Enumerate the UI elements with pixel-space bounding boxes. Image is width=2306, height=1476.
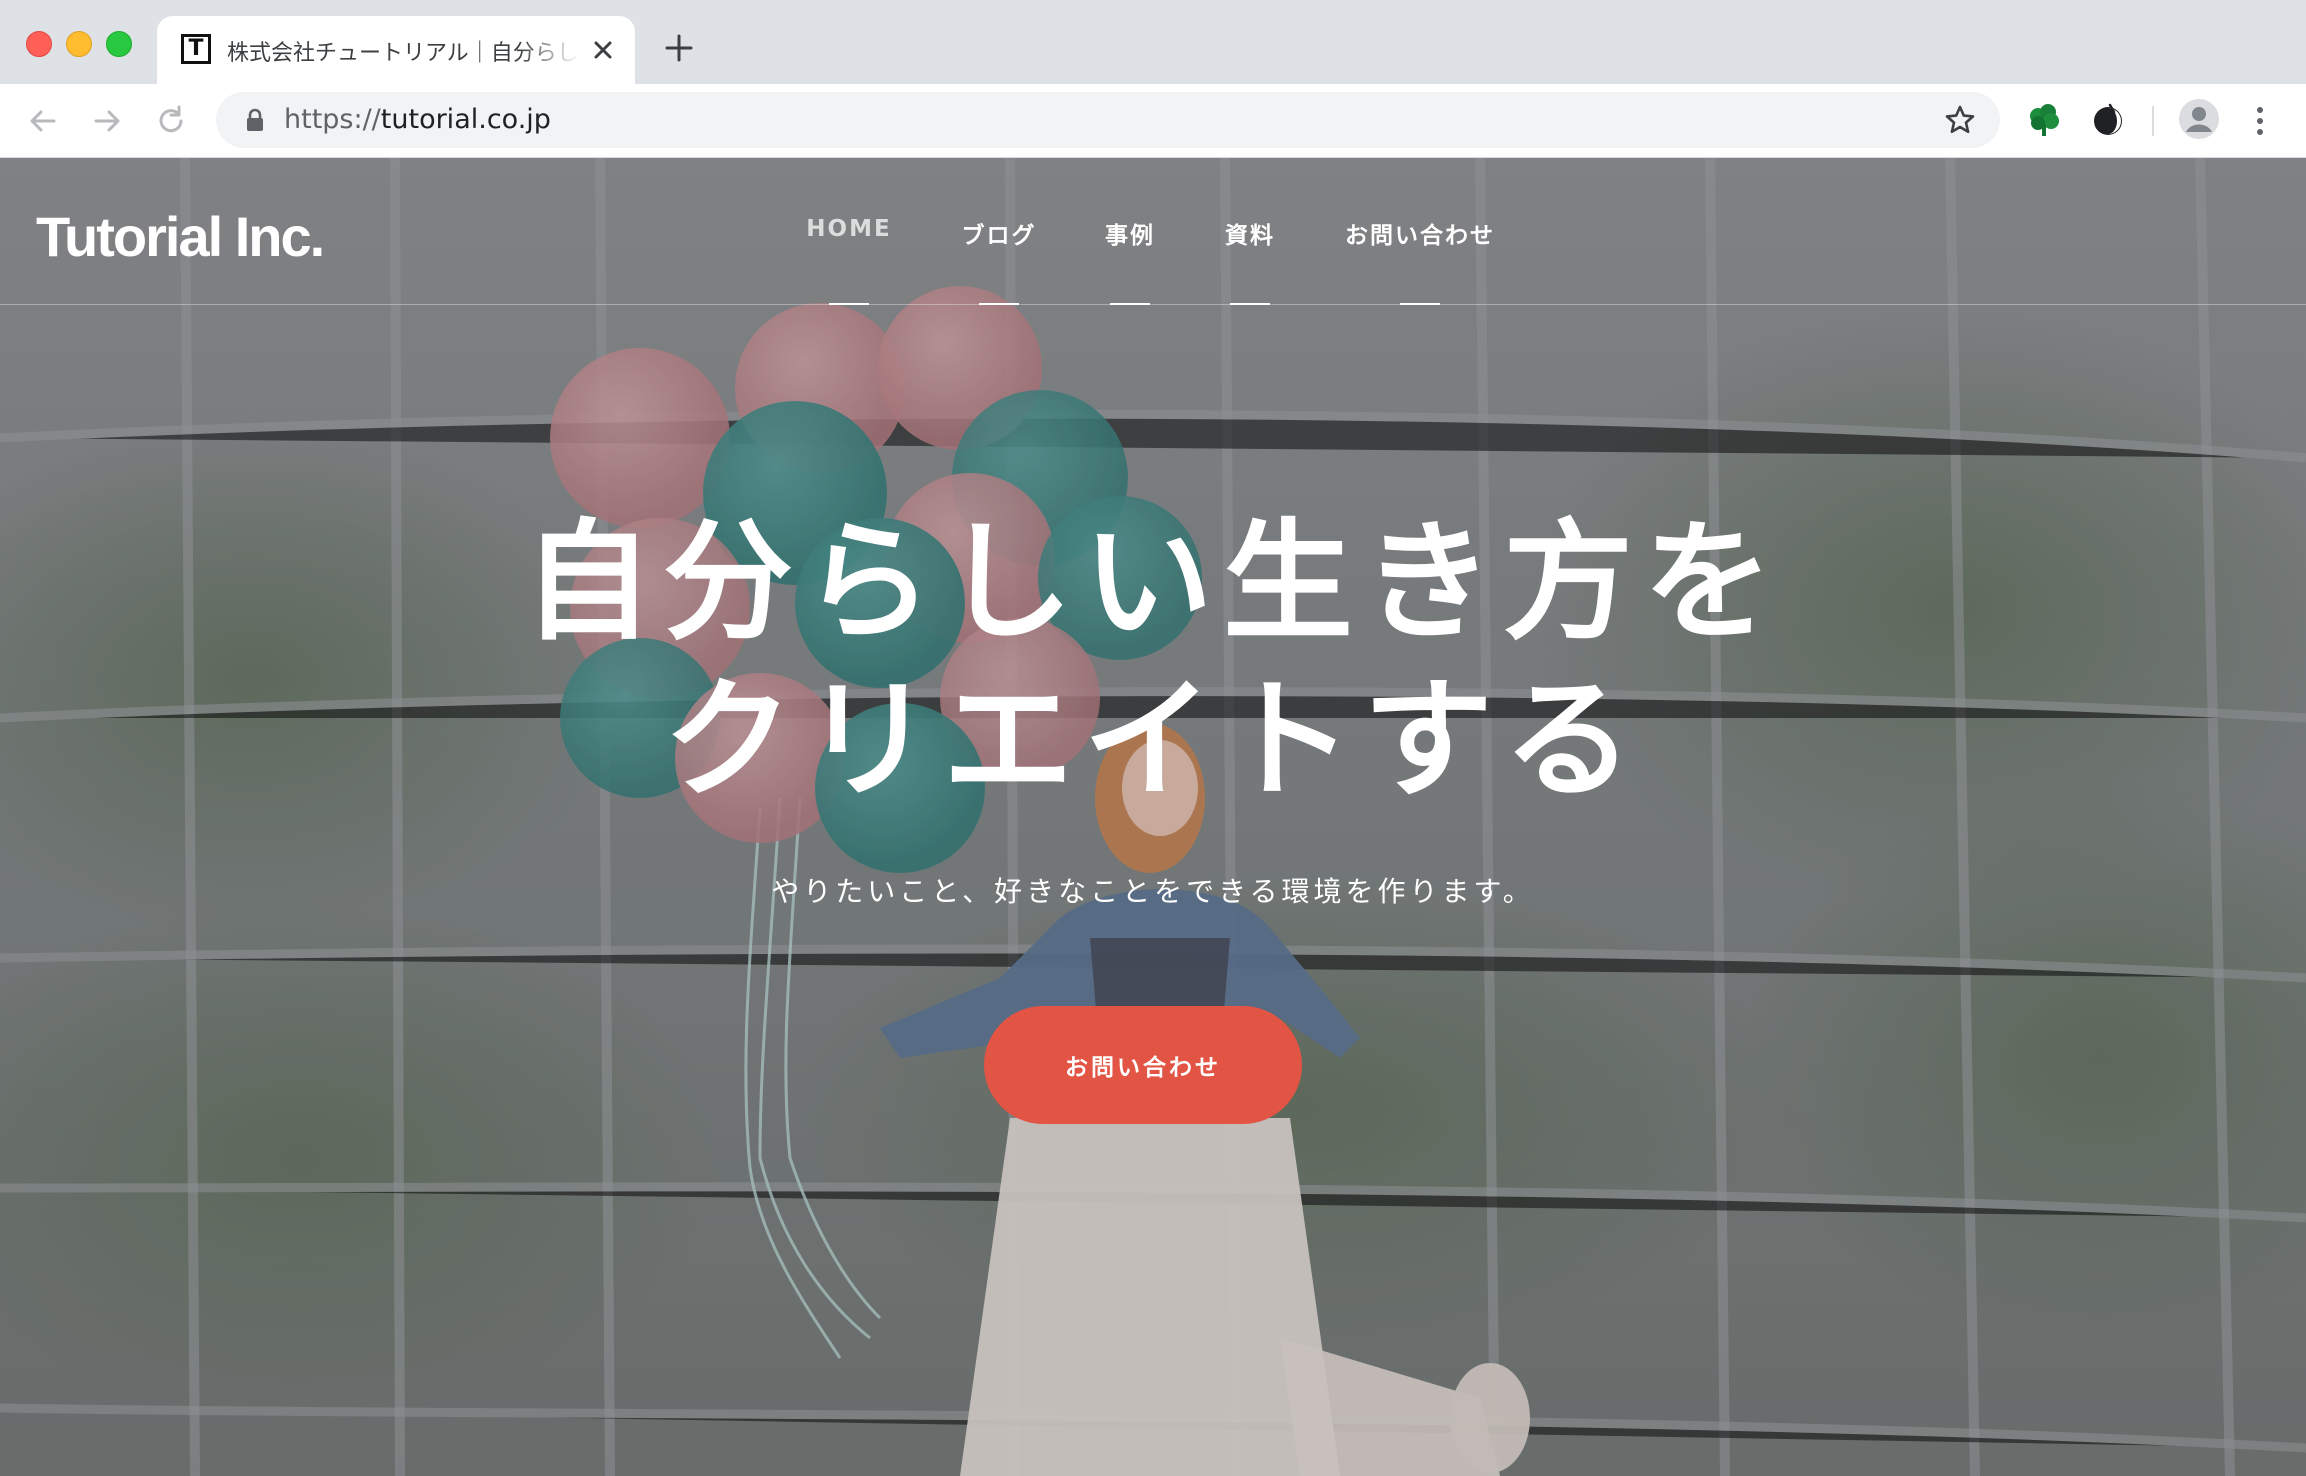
- url-text[interactable]: https://tutorial.co.jp: [284, 104, 551, 138]
- close-window-button[interactable]: [26, 31, 52, 57]
- minimize-window-button[interactable]: [66, 31, 92, 57]
- nav-blog[interactable]: ブログ: [944, 216, 1054, 252]
- reload-icon[interactable]: [154, 104, 188, 138]
- browser-tab[interactable]: T 株式会社チュートリアル｜自分らしい生き方をクリエイトする: [157, 16, 635, 84]
- nav-blog-underline: [979, 303, 1019, 305]
- back-arrow-icon[interactable]: [26, 104, 60, 138]
- hero-subtitle: やりたいこと、好きなことをできる環境を作ります。: [771, 875, 1535, 908]
- nav-home-underline: [829, 303, 869, 305]
- hero-title-line-1: 自分らしい生き方を: [522, 506, 1783, 658]
- profile-icon[interactable]: [2178, 98, 2220, 140]
- nav-cases[interactable]: 事例: [1080, 216, 1180, 252]
- forward-arrow-icon[interactable]: [90, 104, 124, 138]
- lock-icon[interactable]: [244, 108, 266, 132]
- url-host: tutorial.co.jp: [380, 104, 551, 135]
- nav-cases-underline: [1110, 303, 1150, 305]
- nav-home[interactable]: HOME: [788, 216, 910, 252]
- browser-toolbar: https://tutorial.co.jp: [0, 84, 2306, 158]
- browser-tab-strip: T 株式会社チュートリアル｜自分らしい生き方をクリエイトする: [0, 0, 2306, 84]
- moon-extension-icon[interactable]: [2090, 102, 2126, 138]
- hero-title: 自分らしい生き方を クリエイトする: [453, 503, 1853, 819]
- web-page: Tutorial Inc. HOME ブログ 事例 資料 お問い合わせ 自分らし…: [0, 158, 2306, 1476]
- toolbar-divider: [2152, 106, 2154, 136]
- kebab-menu-icon[interactable]: [2250, 104, 2270, 138]
- zoom-window-button[interactable]: [106, 31, 132, 57]
- close-tab-icon[interactable]: [589, 36, 617, 64]
- nav-contact-underline: [1400, 303, 1440, 305]
- site-logo[interactable]: Tutorial Inc.: [36, 204, 325, 268]
- tree-extension-icon[interactable]: [2026, 102, 2062, 138]
- nav-materials[interactable]: 資料: [1200, 216, 1300, 252]
- new-tab-icon[interactable]: [664, 33, 694, 63]
- hero-title-line-2: クリエイトする: [662, 664, 1643, 816]
- nav-materials-underline: [1230, 303, 1270, 305]
- site-header: Tutorial Inc. HOME ブログ 事例 資料 お問い合わせ: [0, 158, 2306, 305]
- bookmark-star-icon[interactable]: [1944, 104, 1976, 136]
- url-scheme: https://: [284, 104, 381, 135]
- address-bar[interactable]: https://tutorial.co.jp: [216, 92, 2000, 148]
- contact-cta-button[interactable]: お問い合わせ: [984, 1006, 1302, 1124]
- tab-favicon-icon: T: [181, 34, 211, 64]
- tab-title-fade: [519, 30, 579, 70]
- nav-contact[interactable]: お問い合わせ: [1332, 216, 1508, 252]
